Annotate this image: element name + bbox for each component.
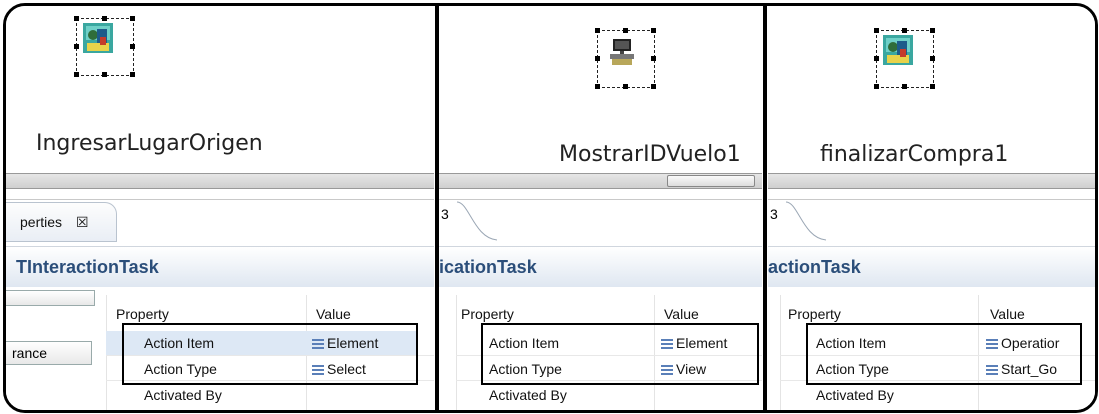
side-tab-upper[interactable]: [6, 290, 95, 306]
properties-title-bar: icationTask: [439, 246, 762, 288]
highlight-annotation-box: [122, 323, 418, 385]
column-header-property: Property: [461, 306, 514, 322]
close-icon[interactable]: ☒: [76, 214, 89, 231]
column-header-property: Property: [788, 306, 841, 322]
column-header-property: Property: [116, 306, 169, 322]
tab-curve: [456, 201, 498, 241]
highlight-annotation-box: [806, 323, 1082, 385]
task-node-selection[interactable]: [595, 28, 656, 89]
tab-properties-label: perties: [20, 214, 63, 230]
properties-view-tabs: perties ☒: [6, 199, 434, 246]
side-tab-appearance[interactable]: rance: [6, 341, 92, 365]
column-header-value: Value: [664, 306, 699, 322]
properties-title: icationTask: [439, 257, 537, 277]
property-sheet: Property Value Action Item Element Actio…: [439, 287, 762, 410]
task-node-selection[interactable]: [874, 28, 935, 89]
panel-mostrar-id-vuelo: MostrarIDVuelo1 3 icationTask Property V…: [439, 6, 762, 410]
column-header-value: Value: [316, 306, 351, 322]
node-label[interactable]: MostrarIDVuelo1: [559, 142, 741, 167]
properties-title-bar: TInteractionTask: [6, 246, 434, 288]
property-sheet: Property Value Action Item Operatior Act…: [768, 287, 1095, 410]
horizontal-scrollbar[interactable]: [768, 173, 1095, 189]
panel-ingresar-lugar-origen: IngresarLugarOrigen perties ☒ TInteracti…: [6, 6, 434, 410]
properties-view-tabs: 3: [439, 199, 762, 246]
properties-view-tabs: 3: [768, 199, 1095, 246]
column-header-value: Value: [990, 306, 1025, 322]
screenshot-frame: IngresarLugarOrigen perties ☒ TInteracti…: [3, 3, 1098, 413]
property-sheet: rance Property Value Action Item Element…: [6, 287, 434, 410]
horizontal-scrollbar[interactable]: [439, 173, 762, 189]
node-label[interactable]: finalizarCompra1: [820, 142, 1008, 167]
user-interaction-task-icon: [83, 23, 113, 53]
highlight-annotation-box: [481, 323, 759, 385]
properties-title-bar: actionTask: [768, 246, 1095, 288]
properties-title: actionTask: [768, 257, 861, 277]
tab-properties[interactable]: perties ☒: [6, 202, 117, 242]
property-name[interactable]: Activated By: [816, 387, 894, 403]
property-name[interactable]: Activated By: [489, 387, 567, 403]
panel-finalizar-compra: finalizarCompra1 3 actionTask Property V…: [768, 6, 1095, 410]
node-label[interactable]: IngresarLugarOrigen: [36, 131, 263, 156]
tab-curve: [785, 201, 827, 241]
scrollbar-thumb[interactable]: [667, 175, 755, 187]
panel-divider: [763, 6, 767, 410]
properties-title: TInteractionTask: [16, 257, 159, 277]
side-tab-appearance-label: rance: [12, 345, 48, 361]
application-task-icon: [610, 39, 634, 65]
horizontal-scrollbar[interactable]: [6, 173, 434, 189]
user-interaction-task-icon: [883, 35, 913, 65]
task-node-selection[interactable]: [74, 16, 135, 77]
property-name[interactable]: Activated By: [144, 387, 222, 403]
